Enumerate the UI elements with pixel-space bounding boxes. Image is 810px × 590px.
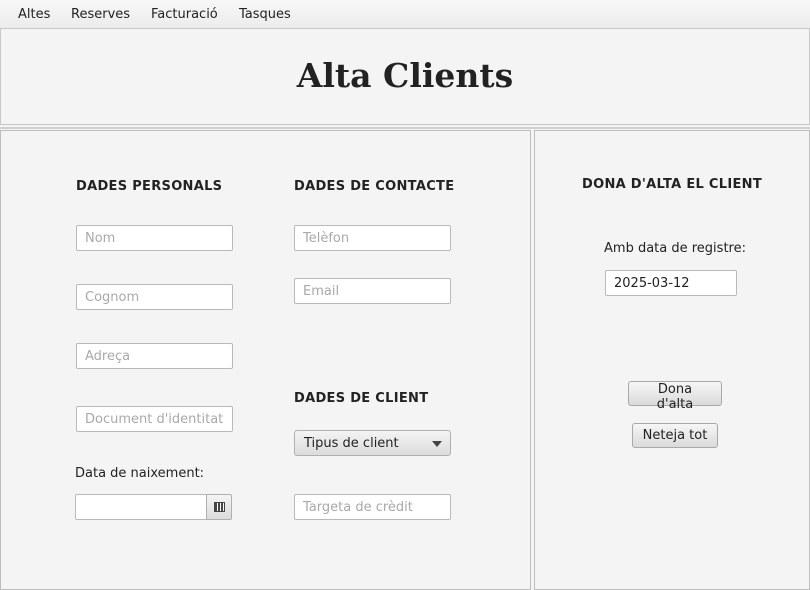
header-divider [0,127,810,129]
personal-data-heading: DADES PERSONALS [76,179,223,194]
menu-tasques[interactable]: Tasques [239,7,291,22]
id-document-field[interactable] [76,406,233,432]
page-title: Alta Clients [296,56,514,95]
name-field[interactable] [76,225,233,251]
register-heading: DONA D'ALTA EL CLIENT [582,177,762,192]
date-picker-button[interactable] [206,494,232,520]
register-button[interactable]: Dona d'alta [628,381,722,412]
menu-reserves[interactable]: Reserves [71,7,130,22]
registration-date-field[interactable] [605,270,737,296]
address-field[interactable] [76,343,233,369]
title-pane: Alta Clients [0,29,810,125]
chevron-down-icon [432,441,442,447]
clear-all-button[interactable]: Neteja tot [632,423,718,448]
email-field[interactable] [294,278,451,304]
client-data-pane: DADES PERSONALS Data de naixement: DADES… [0,130,531,590]
surname-field[interactable] [76,284,233,310]
credit-card-field[interactable] [294,494,451,520]
registration-date-label: Amb data de registre: [604,241,746,256]
birthdate-field[interactable] [75,494,207,520]
menu-bar: Altes Reserves Facturació Tasques [0,0,810,29]
client-type-select[interactable]: Tipus de client [294,430,451,456]
calendar-icon [214,502,225,512]
client-data-heading: DADES DE CLIENT [294,391,429,406]
menu-altes[interactable]: Altes [18,7,50,22]
birthdate-label: Data de naixement: [75,466,205,481]
client-type-value: Tipus de client [304,436,399,451]
register-pane: DONA D'ALTA EL CLIENT Amb data de regist… [534,130,810,590]
contact-data-heading: DADES DE CONTACTE [294,179,455,194]
phone-field[interactable] [294,225,451,251]
menu-facturacio[interactable]: Facturació [151,7,218,22]
